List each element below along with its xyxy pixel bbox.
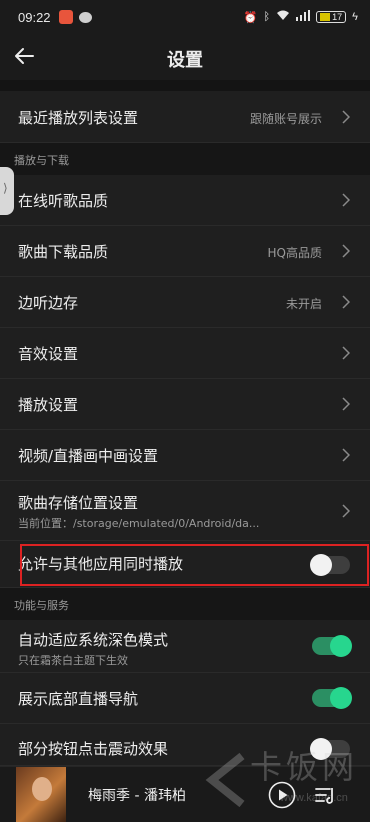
chevron-right-icon	[342, 397, 350, 411]
row-label: 展示底部直播导航	[18, 690, 139, 708]
chevron-right-icon	[342, 110, 350, 124]
row-value: HQ高品质	[267, 246, 322, 260]
row-playback[interactable]: 播放设置	[0, 379, 370, 430]
chevron-right-icon	[342, 244, 350, 258]
row-storage[interactable]: 歌曲存储位置设置 当前位置：/storage/emulated/0/Androi…	[0, 481, 370, 541]
alarm-icon: ⏰	[243, 11, 258, 24]
row-label: 边听边存	[18, 294, 79, 312]
play-icon[interactable]	[268, 781, 296, 809]
row-vibration[interactable]: 部分按钮点击震动效果	[0, 724, 370, 766]
row-label: 歌曲存储位置设置	[18, 494, 139, 512]
side-drawer-handle[interactable]: ⟩	[0, 167, 14, 215]
chevron-right-icon	[342, 346, 350, 360]
row-subtitle: 只在霜茶白主题下生效	[18, 654, 128, 667]
vibration-toggle[interactable]	[310, 738, 350, 760]
section-header-features: 功能与服务	[0, 588, 370, 620]
row-listen-save[interactable]: 边听边存 未开启	[0, 277, 370, 328]
chevron-right-icon	[342, 193, 350, 207]
row-label: 播放设置	[18, 396, 79, 414]
chevron-right-icon: ⟩	[3, 181, 8, 195]
status-bar: 09:22 ⏰ ᛒ 17 ϟ	[0, 0, 370, 34]
row-label: 部分按钮点击震动效果	[18, 740, 169, 758]
status-time: 09:22	[18, 9, 51, 25]
row-value: 未开启	[285, 297, 322, 311]
row-label: 自动适应系统深色模式	[18, 631, 169, 649]
wifi-icon	[276, 10, 290, 24]
song-title: 梅雨季 - 潘玮柏	[88, 788, 186, 804]
title-bar: 设置	[0, 34, 370, 80]
bluetooth-icon: ᛒ	[263, 11, 271, 23]
row-download-quality[interactable]: 歌曲下载品质 HQ高品质	[0, 226, 370, 277]
row-label: 在线听歌品质	[18, 192, 109, 210]
battery-icon: 17	[316, 11, 347, 23]
section-header-play-download: 播放与下载	[0, 143, 370, 175]
row-pip[interactable]: 视频/直播画中画设置	[0, 430, 370, 481]
playlist-icon[interactable]	[313, 783, 337, 807]
page-title: 设置	[167, 50, 203, 71]
row-online-quality[interactable]: 在线听歌品质	[0, 175, 370, 226]
row-sound-effect[interactable]: 音效设置	[0, 328, 370, 379]
divider	[0, 80, 370, 91]
highlight-box	[20, 544, 369, 586]
row-value: 跟随账号展示	[249, 112, 322, 126]
row-subtitle: 当前位置：/storage/emulated/0/Android/da...	[18, 517, 260, 530]
row-recent-playlist[interactable]: 最近播放列表设置 跟随账号展示	[0, 91, 370, 143]
wechat-notification-icon	[78, 11, 92, 23]
live-nav-toggle[interactable]	[312, 687, 352, 709]
row-dark-mode[interactable]: 自动适应系统深色模式 只在霜茶白主题下生效	[0, 620, 370, 673]
mini-player[interactable]: 梅雨季 - 潘玮柏	[0, 766, 370, 822]
row-label: 视频/直播画中画设置	[18, 447, 159, 465]
chevron-right-icon	[342, 448, 350, 462]
signal-icon	[296, 10, 311, 24]
row-label: 最近播放列表设置	[18, 109, 139, 127]
charging-icon: ϟ	[352, 11, 358, 23]
app-notification-icon	[58, 10, 73, 24]
row-label: 歌曲下载品质	[18, 243, 109, 261]
dark-mode-toggle[interactable]	[312, 635, 352, 657]
chevron-right-icon	[342, 295, 350, 309]
status-icons: ⏰ ᛒ 17 ϟ	[244, 10, 358, 24]
row-label: 音效设置	[18, 345, 79, 363]
row-live-nav[interactable]: 展示底部直播导航	[0, 673, 370, 724]
album-cover[interactable]	[16, 767, 66, 822]
chevron-right-icon	[342, 504, 350, 518]
